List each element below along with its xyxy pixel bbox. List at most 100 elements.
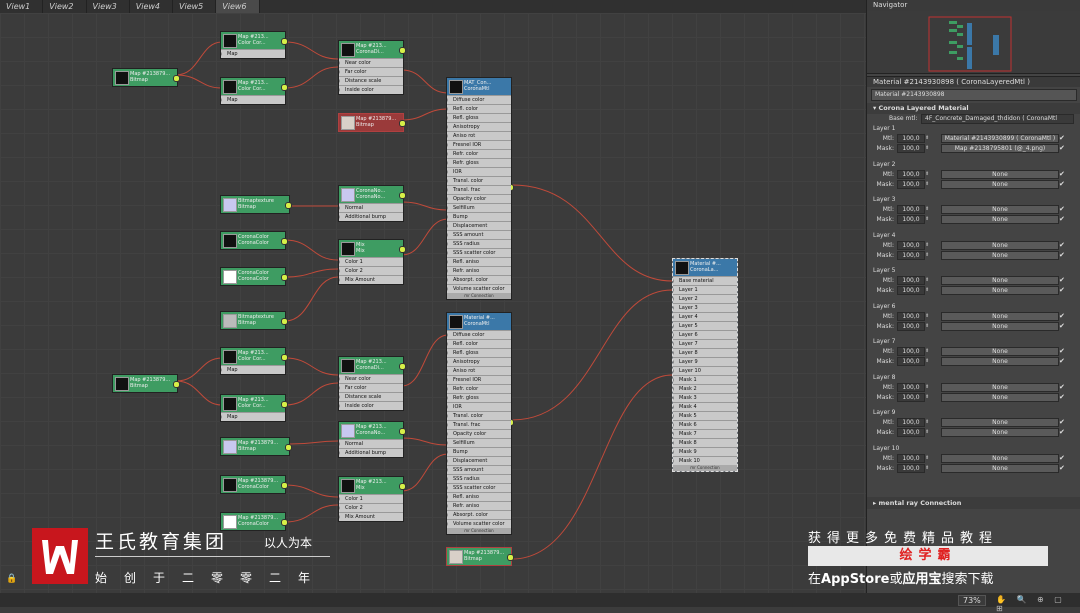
corona-normal-node[interactable]: Map #213... CoronaNo... Normal Additional… [338, 421, 406, 458]
layer-mask-button[interactable]: None [941, 357, 1059, 366]
checkbox[interactable]: ✔ [1059, 347, 1065, 356]
input-slot[interactable]: Map [221, 49, 285, 58]
input-slot[interactable]: Layer 2 [673, 294, 737, 303]
layer-mtl-button[interactable]: None [941, 347, 1059, 356]
material-name-field[interactable]: Material #2143930898 [871, 89, 1077, 101]
output-socket[interactable] [399, 192, 406, 199]
input-slot[interactable]: Layer 4 [673, 312, 737, 321]
spinner-arrows-icon[interactable]: ⬍ [925, 180, 929, 189]
input-slot[interactable]: Layer 5 [673, 321, 737, 330]
input-slot[interactable]: Layer 3 [673, 303, 737, 312]
input-slot[interactable]: Map [221, 95, 285, 104]
spinner-arrows-icon[interactable]: ⬍ [925, 347, 929, 356]
layer-mtl-button[interactable]: None [941, 311, 1059, 321]
checkbox[interactable]: ✔ [1059, 286, 1065, 295]
checkbox[interactable]: ✔ [1059, 312, 1065, 321]
input-slot[interactable]: Displacement [447, 456, 511, 465]
input-slot[interactable]: Additional bump [339, 448, 403, 457]
input-slot[interactable]: Mask 6 [673, 420, 737, 429]
input-slot[interactable]: Volume scatter color [447, 284, 511, 293]
output-socket[interactable] [507, 554, 514, 561]
lock-icon[interactable]: 🔒 [6, 574, 17, 584]
input-slot[interactable]: Diffuse color [447, 330, 511, 339]
mtl-amount-spinner[interactable]: 100,0 [897, 169, 925, 179]
output-socket[interactable] [281, 318, 288, 325]
tab-view1[interactable]: View1 [0, 0, 44, 13]
input-slot[interactable]: Distance scale [339, 76, 403, 85]
color-correction-node[interactable]: Map #213... Color Cor... Map [220, 394, 288, 422]
layer-mtl-button[interactable]: Material #2143930899 ( CoronaMtl ) [941, 134, 1059, 143]
input-slot[interactable]: Mask 3 [673, 393, 737, 402]
input-slot[interactable]: Mask 1 [673, 375, 737, 384]
input-slot[interactable]: Refr. aniso [447, 266, 511, 275]
spinner-arrows-icon[interactable]: ⬍ [925, 418, 929, 427]
input-slot[interactable]: Far color [339, 383, 403, 392]
corona-distance-node[interactable]: Map #213... CoronaDi... Near color Far co… [338, 40, 406, 95]
mtl-amount-spinner[interactable]: 100,0 [897, 418, 925, 427]
input-slot[interactable]: Mask 5 [673, 411, 737, 420]
input-slot[interactable]: Near color [339, 58, 403, 67]
navigator-view[interactable] [867, 11, 1080, 74]
spinner-arrows-icon[interactable]: ⬍ [925, 322, 929, 331]
layer-mask-button[interactable]: None [941, 215, 1059, 224]
input-slot[interactable]: Opacity color [447, 194, 511, 203]
spinner-arrows-icon[interactable]: ⬍ [925, 286, 929, 295]
spinner-arrows-icon[interactable]: ⬍ [925, 393, 929, 402]
input-slot[interactable]: Normal [339, 439, 403, 448]
mask-amount-spinner[interactable]: 100,0 [897, 463, 925, 473]
output-socket[interactable] [281, 238, 288, 245]
input-slot[interactable]: Refl. color [447, 104, 511, 113]
output-socket[interactable] [399, 246, 406, 253]
spinner-arrows-icon[interactable]: ⬍ [925, 276, 929, 285]
mtl-amount-spinner[interactable]: 100,0 [897, 205, 925, 214]
output-socket[interactable] [281, 84, 288, 91]
input-slot[interactable]: Layer 6 [673, 330, 737, 339]
mtl-amount-spinner[interactable]: 100,0 [897, 311, 925, 321]
layer-mtl-button[interactable]: None [941, 169, 1059, 179]
spinner-arrows-icon[interactable]: ⬍ [925, 454, 929, 463]
input-slot[interactable]: IOR [447, 167, 511, 176]
layer-mask-button[interactable]: None [941, 428, 1059, 437]
input-slot[interactable]: Distance scale [339, 392, 403, 401]
input-slot[interactable]: Mask 4 [673, 402, 737, 411]
spinner-arrows-icon[interactable]: ⬍ [925, 464, 929, 473]
corona-layered-mtl-node[interactable]: Material #... CoronaLa... Base material L… [672, 258, 738, 472]
input-slot[interactable]: IOR [447, 402, 511, 411]
input-slot[interactable]: Additional bump [339, 212, 403, 221]
layer-mtl-button[interactable]: None [941, 382, 1059, 392]
layer-mtl-button[interactable]: None [941, 418, 1059, 427]
tab-view2[interactable]: View2 [43, 0, 87, 13]
input-slot[interactable]: Layer 9 [673, 357, 737, 366]
checkbox[interactable]: ✔ [1059, 144, 1065, 153]
input-slot[interactable]: Transl. frac [447, 185, 511, 194]
output-socket[interactable] [281, 482, 288, 489]
input-slot[interactable]: SSS scatter color [447, 248, 511, 257]
input-slot[interactable]: Anisotropy [447, 357, 511, 366]
mtl-amount-spinner[interactable]: 100,0 [897, 240, 925, 250]
input-slot[interactable]: Color 1 [339, 494, 403, 503]
input-slot[interactable]: Base material [673, 276, 737, 285]
input-slot[interactable]: Transl. color [447, 411, 511, 420]
corona-mtl-node[interactable]: MAT_Con... CoronaMtl Diffuse color Refl. … [446, 77, 514, 300]
input-slot[interactable]: Refr. gloss [447, 158, 511, 167]
input-slot[interactable]: Refr. gloss [447, 393, 511, 402]
output-socket[interactable] [285, 444, 292, 451]
spinner-arrows-icon[interactable]: ⬍ [925, 215, 929, 224]
output-socket[interactable] [281, 274, 288, 281]
input-slot[interactable]: Mask 8 [673, 438, 737, 447]
mask-amount-spinner[interactable]: 100,0 [897, 392, 925, 402]
color-correction-node[interactable]: Map #213... Color Cor... Map [220, 31, 288, 59]
layer-mtl-button[interactable]: None [941, 453, 1059, 463]
checkbox[interactable]: ✔ [1059, 170, 1065, 179]
input-slot[interactable]: Mix Amount [339, 512, 403, 521]
input-slot[interactable]: Absorpt. color [447, 510, 511, 519]
input-slot[interactable]: Diffuse color [447, 95, 511, 104]
output-socket[interactable] [399, 120, 406, 127]
input-slot[interactable]: Transl. color [447, 176, 511, 185]
bitmap-node[interactable]: Map #213879... Bitmap [112, 374, 180, 393]
mtl-amount-spinner[interactable]: 100,0 [897, 453, 925, 463]
tab-view3[interactable]: View3 [87, 0, 130, 13]
output-socket[interactable] [173, 75, 180, 82]
input-slot[interactable]: Mix Amount [339, 275, 403, 284]
mask-amount-spinner[interactable]: 100,0 [897, 179, 925, 189]
